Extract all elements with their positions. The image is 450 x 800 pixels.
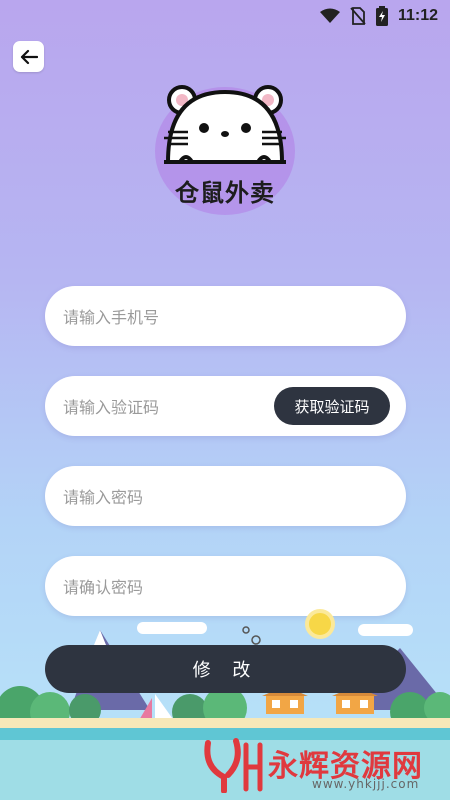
phone-placeholder: 请输入手机号	[63, 308, 160, 327]
password-input[interactable]: 请输入密码	[45, 466, 406, 526]
no-sim-icon	[350, 7, 366, 25]
status-time: 11:12	[397, 7, 438, 24]
watermark-url: www.yhkjjj.com	[312, 777, 420, 791]
wifi-icon	[319, 8, 340, 23]
get-code-button[interactable]: 获取验证码	[274, 387, 390, 425]
status-bar: 11:12	[0, 0, 450, 32]
battery-icon	[375, 6, 388, 26]
verification-code-input[interactable]: 请输入验证码 获取验证码	[45, 376, 406, 436]
back-button[interactable]	[13, 41, 44, 72]
phone-input[interactable]: 请输入手机号	[45, 286, 406, 346]
password-placeholder: 请输入密码	[63, 488, 144, 507]
brand-name: 仓鼠外卖	[175, 179, 275, 207]
submit-modify-button[interactable]: 修 改	[45, 645, 406, 693]
watermark-logo-icon	[204, 738, 263, 793]
arrow-left-icon	[20, 49, 38, 64]
watermark: 永辉资源网 www.yhkjjj.com	[200, 735, 445, 795]
hamster-logo-icon	[164, 85, 286, 164]
confirm-password-placeholder: 请确认密码	[63, 578, 144, 597]
